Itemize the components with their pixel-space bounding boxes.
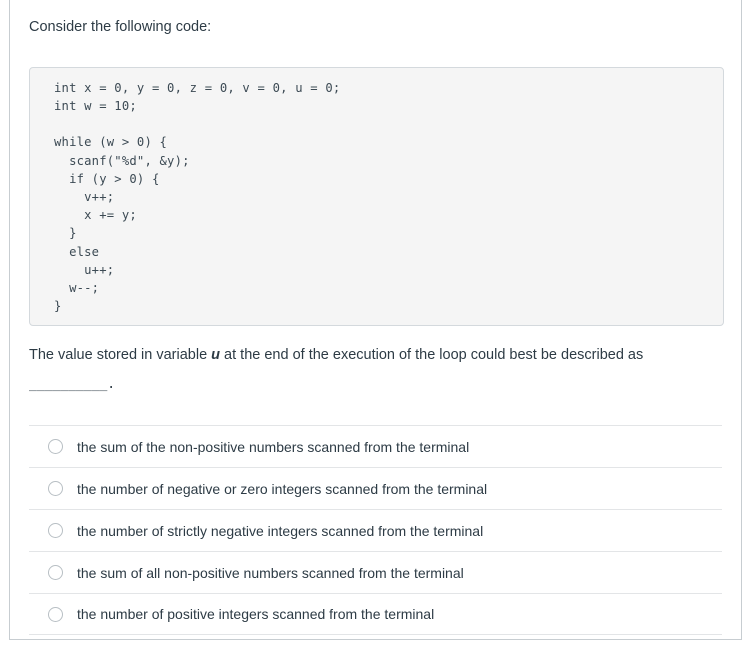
answer-label: the number of positive integers scanned …: [77, 606, 435, 623]
radio-button-icon[interactable]: [48, 439, 63, 455]
code-snippet: int x = 0, y = 0, z = 0, v = 0, u = 0; i…: [54, 80, 341, 314]
question-statement: The value stored in variable u at the en…: [10, 326, 741, 399]
answer-label: the sum of the non-positive numbers scan…: [77, 438, 470, 455]
radio-button-icon[interactable]: [48, 565, 63, 581]
radio-button-icon[interactable]: [48, 606, 63, 622]
code-block: int x = 0, y = 0, z = 0, v = 0, u = 0; i…: [29, 66, 724, 327]
answer-label: the sum of all non-positive numbers scan…: [77, 564, 464, 581]
answer-option[interactable]: the number of strictly negative integers…: [29, 509, 722, 551]
radio-button-icon[interactable]: [48, 481, 63, 497]
answer-option[interactable]: the number of positive integers scanned …: [29, 593, 722, 636]
question-prompt: Consider the following code:: [29, 19, 212, 35]
answer-option[interactable]: the sum of the non-positive numbers scan…: [29, 425, 722, 467]
answer-label: the number of negative or zero integers …: [77, 480, 488, 497]
question-container: Consider the following code: int x = 0, …: [9, 0, 742, 640]
answer-option[interactable]: the number of negative or zero integers …: [29, 467, 722, 509]
statement-text-after: at the end of the execution of the loop …: [220, 347, 644, 364]
answer-list: the sum of the non-positive numbers scan…: [10, 425, 741, 636]
answer-label: the number of strictly negative integers…: [77, 522, 484, 539]
statement-variable: u: [211, 347, 221, 364]
answer-option[interactable]: the sum of all non-positive numbers scan…: [29, 551, 722, 593]
statement-blank: __________.: [29, 377, 116, 393]
question-body: Consider the following code: int x = 0, …: [10, 0, 741, 636]
statement-text-before: The value stored in variable: [29, 347, 212, 364]
radio-button-icon[interactable]: [48, 523, 63, 539]
